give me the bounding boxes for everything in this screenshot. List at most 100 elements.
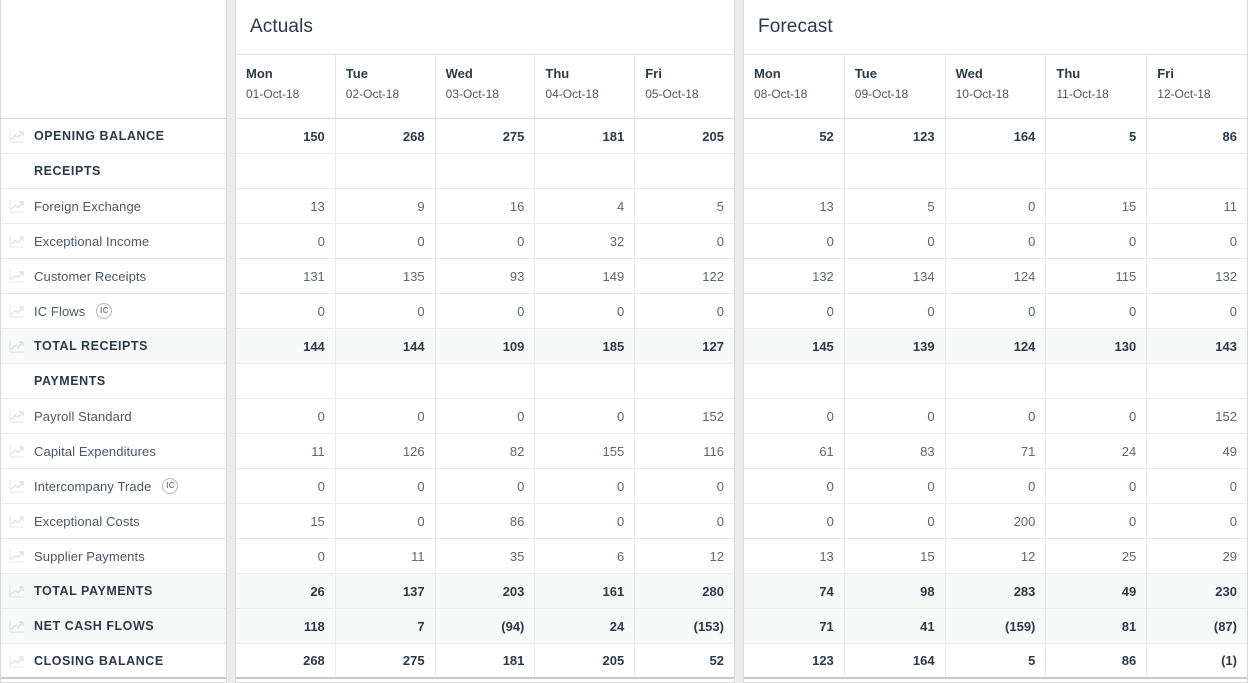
value-cell[interactable]: (159) xyxy=(945,609,1046,643)
column-header-mon[interactable]: Mon08-Oct-18 xyxy=(744,55,844,118)
value-cell[interactable]: 0 xyxy=(844,504,945,538)
data-row[interactable]: 01135612 xyxy=(236,539,734,574)
value-cell[interactable]: 0 xyxy=(634,504,734,538)
value-cell[interactable] xyxy=(945,364,1046,398)
value-cell[interactable]: 0 xyxy=(1045,469,1146,503)
data-row[interactable]: 1508600 xyxy=(236,504,734,539)
data-row[interactable]: 13501511 xyxy=(744,189,1247,224)
value-cell[interactable]: 82 xyxy=(435,434,535,468)
label-row[interactable]: Foreign Exchange xyxy=(1,189,226,224)
value-cell[interactable]: 144 xyxy=(335,329,435,363)
value-cell[interactable]: 0 xyxy=(335,399,435,433)
data-row[interactable]: 0000152 xyxy=(236,399,734,434)
label-row[interactable]: CLOSING BALANCE xyxy=(1,644,226,679)
value-cell[interactable] xyxy=(435,154,535,188)
label-row[interactable]: IC FlowsIC xyxy=(1,294,226,329)
label-row[interactable]: OPENING BALANCE xyxy=(1,119,226,154)
value-cell[interactable]: 13 xyxy=(744,539,844,573)
value-cell[interactable] xyxy=(634,364,734,398)
value-cell[interactable]: 0 xyxy=(945,399,1046,433)
value-cell[interactable]: 149 xyxy=(534,259,634,293)
value-cell[interactable]: 0 xyxy=(945,294,1046,328)
data-row[interactable]: 1391645 xyxy=(236,189,734,224)
value-cell[interactable] xyxy=(634,154,734,188)
trend-chart-icon[interactable] xyxy=(9,654,25,668)
value-cell[interactable]: 268 xyxy=(335,119,435,153)
value-cell[interactable]: 0 xyxy=(236,539,335,573)
value-cell[interactable]: 122 xyxy=(634,259,734,293)
data-row[interactable]: 000320 xyxy=(236,224,734,259)
column-header-thu[interactable]: Thu04-Oct-18 xyxy=(534,55,634,118)
value-cell[interactable]: 0 xyxy=(1146,294,1247,328)
value-cell[interactable]: 49 xyxy=(1146,434,1247,468)
value-cell[interactable]: 26 xyxy=(236,574,335,608)
value-cell[interactable]: 71 xyxy=(945,434,1046,468)
value-cell[interactable] xyxy=(1146,154,1247,188)
value-cell[interactable]: 86 xyxy=(1146,119,1247,153)
trend-chart-icon[interactable] xyxy=(9,304,25,318)
value-cell[interactable]: 126 xyxy=(335,434,435,468)
label-row[interactable]: Payroll Standard xyxy=(1,399,226,434)
data-row[interactable]: 00000 xyxy=(236,294,734,329)
data-row[interactable]: 6183712449 xyxy=(744,434,1247,469)
value-cell[interactable]: 0 xyxy=(335,504,435,538)
value-cell[interactable]: 11 xyxy=(236,434,335,468)
value-cell[interactable]: 6 xyxy=(534,539,634,573)
value-cell[interactable]: 132 xyxy=(1146,259,1247,293)
value-cell[interactable] xyxy=(1045,364,1146,398)
value-cell[interactable]: 11 xyxy=(1146,189,1247,223)
value-cell[interactable]: 280 xyxy=(634,574,734,608)
value-cell[interactable]: 0 xyxy=(744,399,844,433)
data-row[interactable]: 13113593149122 xyxy=(236,259,734,294)
value-cell[interactable]: 15 xyxy=(844,539,945,573)
label-row[interactable]: PAYMENTS xyxy=(1,364,226,399)
value-cell[interactable]: 0 xyxy=(335,469,435,503)
value-cell[interactable]: 123 xyxy=(744,644,844,677)
value-cell[interactable]: 15 xyxy=(236,504,335,538)
value-cell[interactable]: 86 xyxy=(1045,644,1146,677)
trend-chart-icon[interactable] xyxy=(9,479,25,493)
value-cell[interactable] xyxy=(1045,154,1146,188)
value-cell[interactable] xyxy=(844,154,945,188)
trend-chart-icon[interactable] xyxy=(9,514,25,528)
value-cell[interactable]: 131 xyxy=(236,259,335,293)
value-cell[interactable]: 0 xyxy=(945,189,1046,223)
data-row[interactable]: 150268275181205 xyxy=(236,119,734,154)
data-row[interactable]: 1112682155116 xyxy=(236,434,734,469)
trend-chart-icon[interactable] xyxy=(9,409,25,423)
value-cell[interactable]: 0 xyxy=(1146,469,1247,503)
value-cell[interactable]: 49 xyxy=(1045,574,1146,608)
value-cell[interactable]: 0 xyxy=(435,224,535,258)
data-row[interactable]: 145139124130143 xyxy=(744,329,1247,364)
data-row[interactable]: 1187(94)24(153) xyxy=(236,609,734,644)
value-cell[interactable]: 0 xyxy=(844,294,945,328)
data-row[interactable]: 26827518120552 xyxy=(236,644,734,679)
column-header-tue[interactable]: Tue02-Oct-18 xyxy=(335,55,435,118)
value-cell[interactable]: 137 xyxy=(335,574,435,608)
value-cell[interactable]: 0 xyxy=(335,294,435,328)
value-cell[interactable] xyxy=(744,364,844,398)
value-cell[interactable]: 0 xyxy=(844,224,945,258)
data-row[interactable]: 144144109185127 xyxy=(236,329,734,364)
value-cell[interactable]: 205 xyxy=(634,119,734,153)
value-cell[interactable]: 0 xyxy=(1045,224,1146,258)
value-cell[interactable]: 15 xyxy=(1045,189,1146,223)
value-cell[interactable]: 52 xyxy=(744,119,844,153)
value-cell[interactable]: 0 xyxy=(236,399,335,433)
data-row[interactable]: 00000 xyxy=(744,469,1247,504)
value-cell[interactable]: 150 xyxy=(236,119,335,153)
data-row[interactable]: 00000 xyxy=(744,224,1247,259)
value-cell[interactable]: 0 xyxy=(335,224,435,258)
value-cell[interactable]: 61 xyxy=(744,434,844,468)
label-row[interactable]: Capital Expenditures xyxy=(1,434,226,469)
value-cell[interactable]: 181 xyxy=(435,644,535,677)
value-cell[interactable]: 29 xyxy=(1146,539,1247,573)
value-cell[interactable] xyxy=(435,364,535,398)
value-cell[interactable] xyxy=(844,364,945,398)
value-cell[interactable]: 86 xyxy=(435,504,535,538)
value-cell[interactable]: 268 xyxy=(236,644,335,677)
label-row[interactable]: Exceptional Income xyxy=(1,224,226,259)
column-header-thu[interactable]: Thu11-Oct-18 xyxy=(1045,55,1146,118)
data-row[interactable]: 1315122529 xyxy=(744,539,1247,574)
label-row[interactable]: TOTAL RECEIPTS xyxy=(1,329,226,364)
